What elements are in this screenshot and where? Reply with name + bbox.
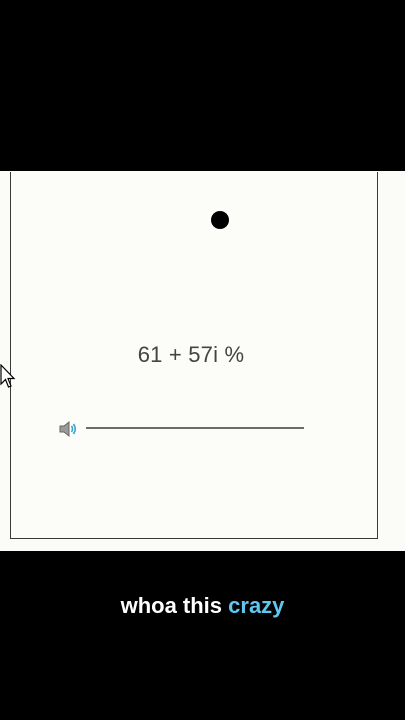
- caption-highlight-word: crazy: [228, 593, 285, 618]
- speaker-icon[interactable]: [58, 418, 80, 440]
- app-window: 61 + 57i %: [10, 172, 378, 539]
- video-caption: whoa this crazy: [0, 593, 405, 619]
- volume-slider-fill: [86, 427, 304, 429]
- mouse-pointer-icon: [0, 363, 16, 390]
- volume-slider[interactable]: [86, 427, 304, 429]
- black-ball: [211, 211, 229, 229]
- volume-readout: 61 + 57i %: [137, 342, 245, 367]
- caption-text: whoa this: [120, 593, 229, 618]
- video-frame: 61 + 57i % whoa this crazy: [0, 0, 405, 720]
